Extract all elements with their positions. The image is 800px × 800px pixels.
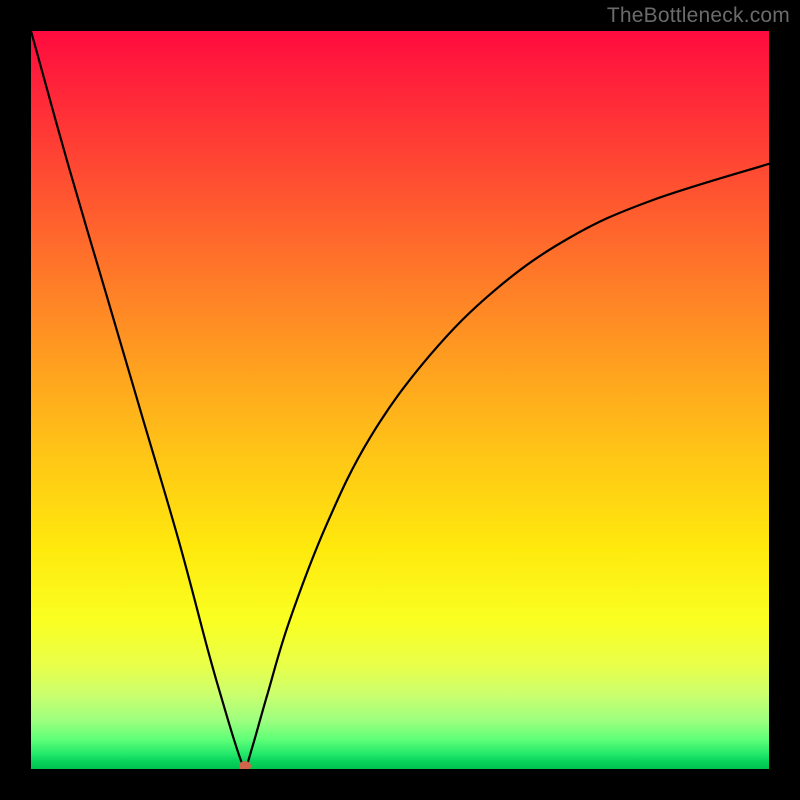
curve-path bbox=[31, 31, 769, 769]
watermark-text: TheBottleneck.com bbox=[607, 4, 790, 28]
bottleneck-curve bbox=[31, 31, 769, 769]
chart-plot-area bbox=[31, 31, 769, 769]
minimum-marker bbox=[239, 761, 251, 769]
